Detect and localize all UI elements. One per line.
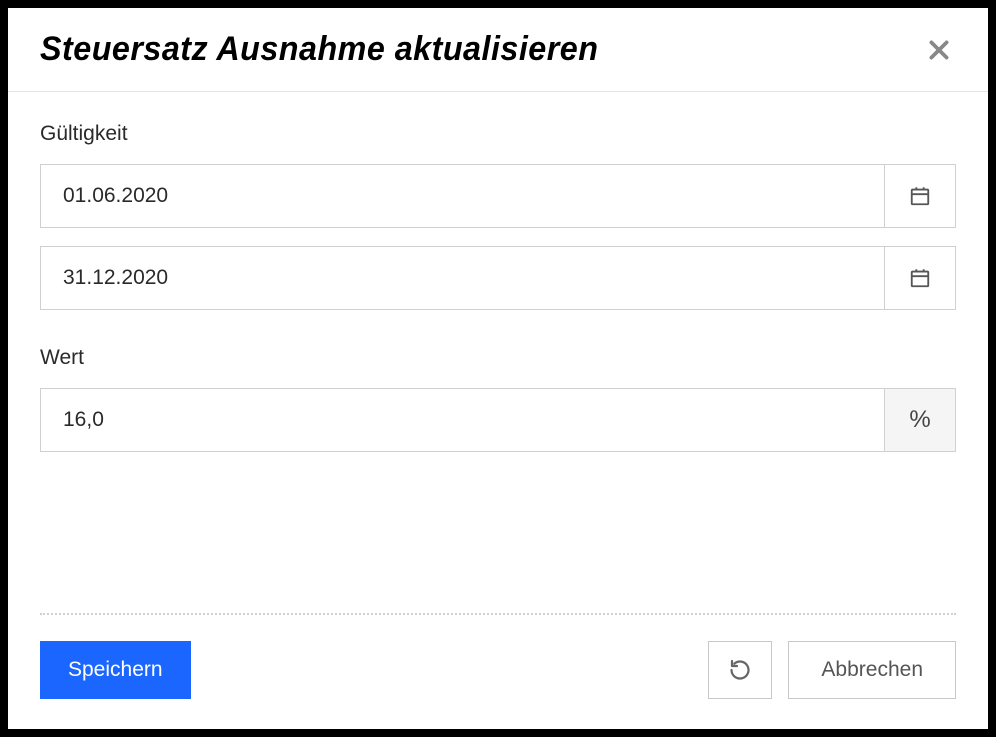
percent-symbol: % [909,406,930,434]
modal-title: Steuersatz Ausnahme aktualisieren [40,30,598,69]
calendar-icon [909,267,931,289]
undo-icon [728,658,752,682]
calendar-icon [909,185,931,207]
reset-button[interactable] [708,641,772,699]
value-unit-addon: % [884,388,956,452]
close-icon [926,37,952,63]
cancel-button[interactable]: Abbrechen [788,641,956,699]
date-from-picker-button[interactable] [884,164,956,228]
validity-label: Gültigkeit [40,122,956,146]
value-input[interactable] [40,388,884,452]
close-button[interactable] [922,33,956,67]
date-from-input[interactable] [40,164,884,228]
save-button[interactable]: Speichern [40,641,191,699]
date-to-picker-button[interactable] [884,246,956,310]
date-to-input[interactable] [40,246,884,310]
value-label: Wert [40,346,956,370]
